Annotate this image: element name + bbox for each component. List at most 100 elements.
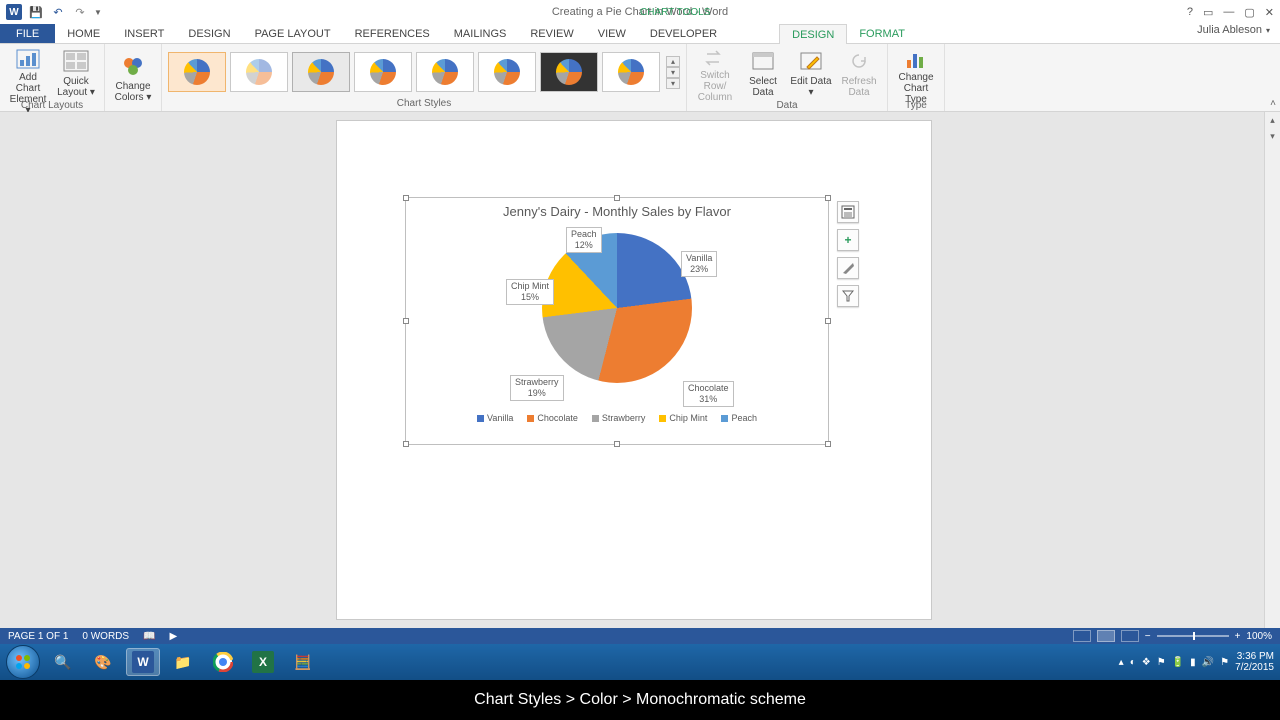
taskbar-chrome-icon[interactable] xyxy=(206,648,240,676)
chart-style-4[interactable] xyxy=(354,52,412,92)
show-hidden-icon[interactable]: ▴ xyxy=(1119,657,1124,668)
zoom-level[interactable]: 100% xyxy=(1246,631,1272,642)
gallery-down-icon[interactable]: ▾ xyxy=(666,67,680,78)
tab-view[interactable]: VIEW xyxy=(586,24,638,43)
close-icon[interactable]: ✕ xyxy=(1265,6,1274,19)
group-data: Switch Row/ Column Select Data Edit Data… xyxy=(687,44,888,111)
tab-page-layout[interactable]: PAGE LAYOUT xyxy=(243,24,343,43)
pie-chart[interactable] xyxy=(542,233,692,383)
scroll-up-icon[interactable]: ▴ xyxy=(1265,112,1280,128)
vertical-scrollbar[interactable]: ▴ ▾ xyxy=(1264,112,1280,628)
user-account[interactable]: Julia Ableson▾ xyxy=(1197,24,1270,36)
refresh-data-button: Refresh Data xyxy=(837,46,881,100)
data-label-strawberry[interactable]: Strawberry19% xyxy=(510,375,564,401)
tab-mailings[interactable]: MAILINGS xyxy=(442,24,519,43)
chart-title[interactable]: Jenny's Dairy - Monthly Sales by Flavor xyxy=(406,198,828,219)
edit-data-button[interactable]: Edit Data ▾ xyxy=(789,46,833,100)
tab-developer[interactable]: DEVELOPER xyxy=(638,24,729,43)
chart-style-7[interactable] xyxy=(540,52,598,92)
gallery-more-icon[interactable]: ▾ xyxy=(666,78,680,89)
zoom-slider[interactable] xyxy=(1157,635,1229,637)
gallery-up-icon[interactable]: ▴ xyxy=(666,56,680,67)
chart-style-3[interactable] xyxy=(292,52,350,92)
taskbar-clock[interactable]: 3:36 PM 7/2/2015 xyxy=(1235,651,1274,673)
tab-insert[interactable]: INSERT xyxy=(112,24,176,43)
undo-icon[interactable]: ↶ xyxy=(50,4,66,20)
taskbar-magnifier-icon[interactable]: 🔍 xyxy=(46,648,80,676)
switch-row-column-button: Switch Row/ Column xyxy=(693,46,737,100)
taskbar-explorer-icon[interactable]: 📁 xyxy=(166,648,200,676)
chart-flyout-buttons: + xyxy=(837,201,859,307)
tab-chart-format[interactable]: FORMAT xyxy=(847,24,917,43)
chart-legend[interactable]: Vanilla Chocolate Strawberry Chip Mint P… xyxy=(406,409,828,423)
start-button[interactable] xyxy=(6,645,40,679)
document-page[interactable]: Jenny's Dairy - Monthly Sales by Flavor … xyxy=(336,120,932,620)
tab-chart-design[interactable]: DESIGN xyxy=(779,24,847,44)
action-center-icon[interactable]: ⚑ xyxy=(1220,657,1229,668)
tray-icon-3[interactable]: ⚑ xyxy=(1157,657,1166,668)
print-layout-button[interactable] xyxy=(1097,630,1115,642)
chart-style-1[interactable] xyxy=(168,52,226,92)
data-label-peach[interactable]: Peach12% xyxy=(566,227,602,253)
maximize-icon[interactable]: ▢ xyxy=(1244,6,1254,19)
battery-icon[interactable]: 🔋 xyxy=(1172,657,1184,668)
taskbar-calculator-icon[interactable]: 🧮 xyxy=(286,648,320,676)
tab-file[interactable]: FILE xyxy=(0,24,55,43)
data-label-chocolate[interactable]: Chocolate31% xyxy=(683,381,734,407)
read-mode-button[interactable] xyxy=(1073,630,1091,642)
tray-icon-1[interactable]: ◐ xyxy=(1130,657,1136,668)
change-chart-type-button[interactable]: Change Chart Type xyxy=(894,46,938,100)
select-data-icon xyxy=(747,48,779,74)
data-label-chip-mint[interactable]: Chip Mint15% xyxy=(506,279,554,305)
taskbar-excel-icon[interactable]: X xyxy=(246,648,280,676)
add-chart-element-button[interactable]: Add Chart Element ▾ xyxy=(6,46,50,100)
help-icon[interactable]: ? xyxy=(1187,6,1193,19)
network-icon[interactable]: ▮ xyxy=(1190,657,1196,668)
macro-icon[interactable]: ▶ xyxy=(170,631,178,642)
quick-layout-button[interactable]: Quick Layout ▾ xyxy=(54,46,98,100)
chart-styles-button[interactable] xyxy=(837,257,859,279)
collapse-ribbon-icon[interactable]: ˄ xyxy=(1270,98,1276,109)
video-caption: Chart Styles > Color > Monochromatic sch… xyxy=(0,680,1280,720)
volume-icon[interactable]: 🔊 xyxy=(1202,657,1214,668)
word-count[interactable]: 0 WORDS xyxy=(82,631,129,642)
chart-object[interactable]: Jenny's Dairy - Monthly Sales by Flavor … xyxy=(405,197,829,445)
chart-elements-button[interactable]: + xyxy=(837,229,859,251)
tab-home[interactable]: HOME xyxy=(55,24,112,43)
qat-dropdown-icon[interactable]: ▼ xyxy=(94,8,102,17)
scroll-down-icon[interactable]: ▾ xyxy=(1265,128,1280,144)
chart-style-2[interactable] xyxy=(230,52,288,92)
tab-design[interactable]: DESIGN xyxy=(176,24,242,43)
tab-review[interactable]: REVIEW xyxy=(518,24,585,43)
tab-references[interactable]: REFERENCES xyxy=(343,24,442,43)
tray-icon-2[interactable]: ❖ xyxy=(1142,657,1151,668)
save-icon[interactable]: 💾 xyxy=(28,4,44,20)
chart-style-8[interactable] xyxy=(602,52,660,92)
ribbon-display-icon[interactable]: ▭ xyxy=(1203,6,1213,19)
spellcheck-icon[interactable]: 📖 xyxy=(143,631,155,642)
zoom-in-button[interactable]: + xyxy=(1235,631,1241,642)
minimize-icon[interactable]: — xyxy=(1223,6,1234,19)
redo-icon[interactable]: ↷ xyxy=(72,4,88,20)
group-change-colors: Change Colors ▾ xyxy=(105,44,162,111)
chart-style-5[interactable] xyxy=(416,52,474,92)
change-colors-button[interactable]: Change Colors ▾ xyxy=(111,51,155,105)
page-indicator[interactable]: PAGE 1 OF 1 xyxy=(8,631,68,642)
ribbon: Add Chart Element ▾ Quick Layout ▾ Chart… xyxy=(0,44,1280,112)
plot-area[interactable]: Vanilla23% Chocolate31% Strawberry19% Ch… xyxy=(406,219,828,409)
taskbar-word-icon[interactable]: W xyxy=(126,648,160,676)
taskbar-paint-icon[interactable]: 🎨 xyxy=(86,648,120,676)
select-data-button[interactable]: Select Data xyxy=(741,46,785,100)
layout-options-button[interactable] xyxy=(837,201,859,223)
refresh-data-icon xyxy=(843,48,875,74)
chart-style-6[interactable] xyxy=(478,52,536,92)
chart-filters-button[interactable] xyxy=(837,285,859,307)
data-label-vanilla[interactable]: Vanilla23% xyxy=(681,251,717,277)
group-label-chart-styles: Chart Styles xyxy=(397,98,451,111)
title-bar: W 💾 ↶ ↷ ▼ Creating a Pie Chart in Word -… xyxy=(0,0,1280,24)
windows-logo-icon xyxy=(14,653,32,671)
web-layout-button[interactable] xyxy=(1121,630,1139,642)
chart-tools-label: CHART TOOLS xyxy=(640,7,710,18)
zoom-out-button[interactable]: − xyxy=(1145,631,1151,642)
document-workspace: Jenny's Dairy - Monthly Sales by Flavor … xyxy=(0,112,1280,628)
